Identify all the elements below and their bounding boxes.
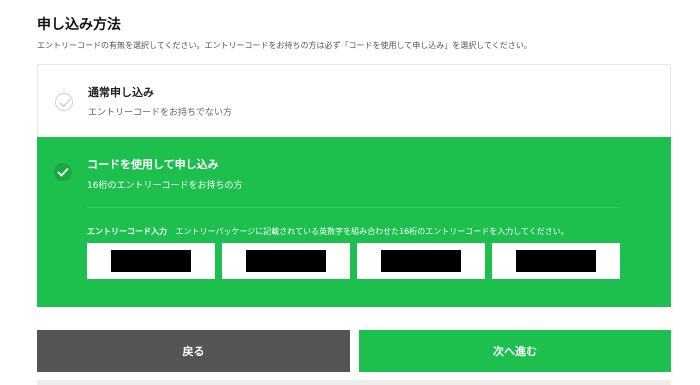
entry-code-field-1[interactable]	[87, 243, 215, 279]
back-button[interactable]: 戻る	[37, 330, 350, 372]
option-code-subtitle: 16桁のエントリーコードをお持ちの方	[87, 181, 243, 191]
entry-code-instruction: エントリーパッケージに記載されている英数字を組み合わせた16桁のエントリーコード…	[175, 227, 569, 236]
entry-code-field-2[interactable]	[222, 243, 350, 279]
page-title: 申し込み方法	[37, 17, 121, 33]
option-normal-title: 通常申し込み	[88, 86, 154, 99]
redacted-value	[516, 250, 596, 272]
check-icon	[59, 98, 71, 108]
footer-strip	[37, 380, 671, 385]
option-code-title: コードを使用して申し込み	[87, 158, 219, 171]
redacted-value	[111, 250, 191, 272]
entry-code-field-3[interactable]	[357, 243, 485, 279]
next-button[interactable]: 次へ進む	[359, 330, 671, 372]
option-normal-subtitle: エントリーコードをお持ちでない方	[88, 108, 233, 118]
redacted-value	[246, 250, 326, 272]
entry-code-label-row: エントリーコード入力 エントリーパッケージに記載されている英数字を組み合わせた1…	[87, 226, 569, 237]
option-normal-application[interactable]: 通常申し込み エントリーコードをお持ちでない方	[37, 64, 671, 137]
entry-code-field-4[interactable]	[492, 243, 620, 279]
entry-code-label: エントリーコード入力	[87, 227, 167, 236]
check-icon	[57, 167, 69, 177]
radio-code[interactable]	[54, 163, 72, 181]
divider	[87, 207, 620, 208]
option-code-application[interactable]: コードを使用して申し込み 16桁のエントリーコードをお持ちの方 エントリーコード…	[37, 137, 671, 307]
redacted-value	[381, 250, 461, 272]
radio-normal[interactable]	[55, 93, 73, 111]
page-description: エントリーコードの有無を選択してください。エントリーコードをお持ちの方は必ず「コ…	[37, 41, 532, 50]
